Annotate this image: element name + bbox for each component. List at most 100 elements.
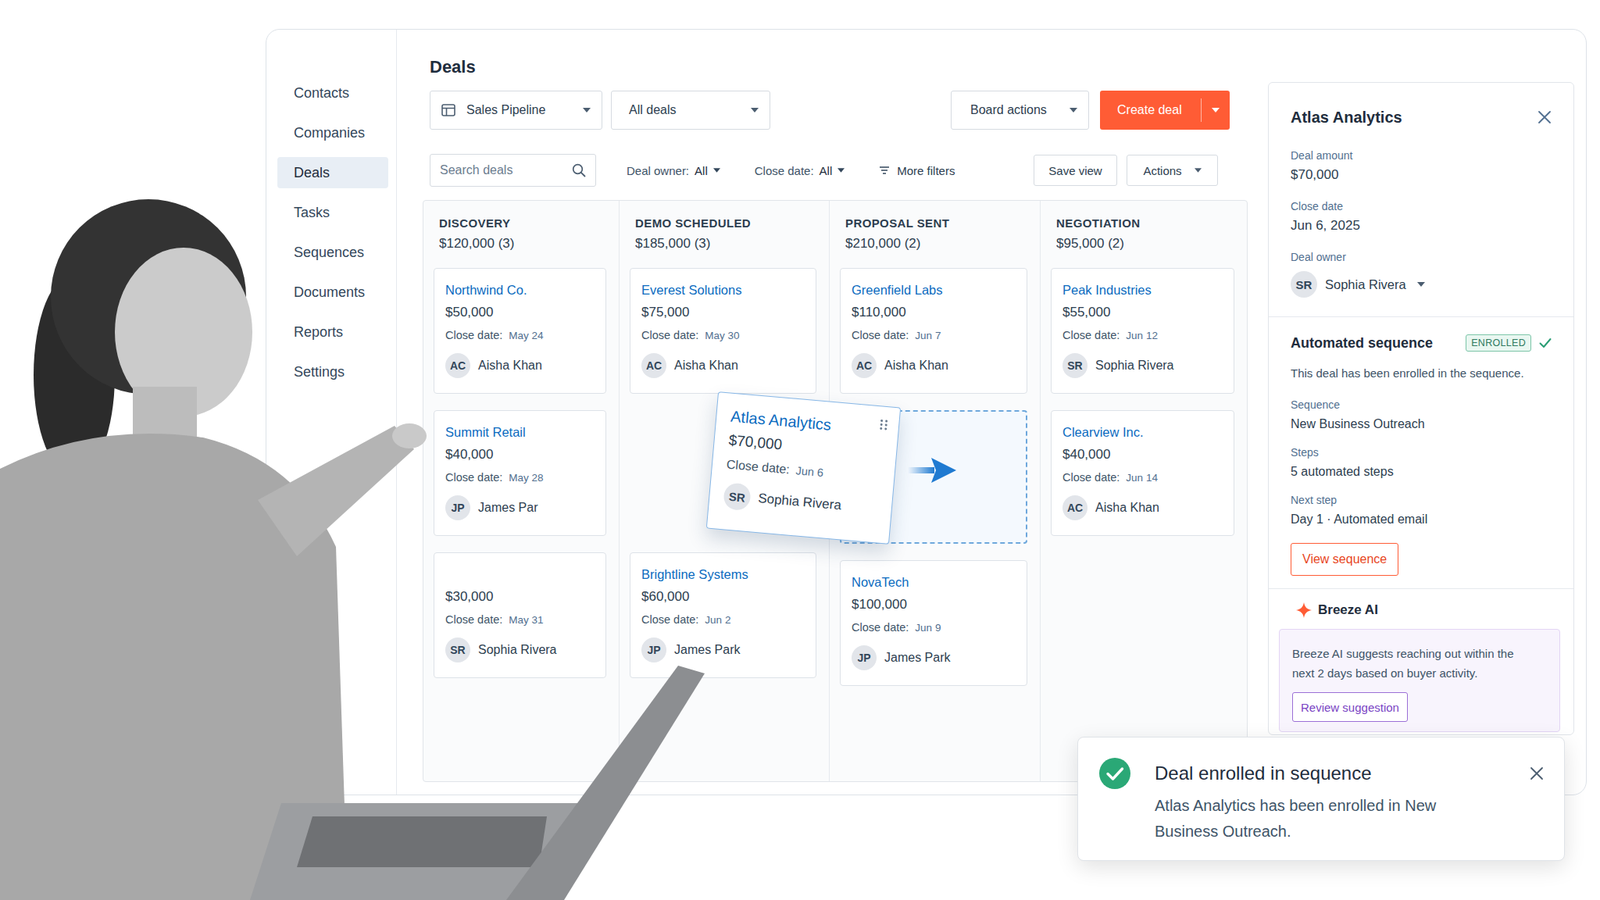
filter-dropdown[interactable]: Close date:All: [754, 164, 846, 178]
owner-name: Sophia Rivera: [1325, 277, 1407, 293]
create-deal-button[interactable]: Create deal: [1100, 90, 1230, 130]
field-label: Steps: [1290, 445, 1552, 460]
board-actions-label: Board actions: [970, 103, 1059, 118]
search-placeholder: Search deals: [439, 163, 513, 178]
caret-down-icon: [713, 167, 721, 173]
close-date-value: Jun 7: [914, 328, 941, 344]
main-area: Deals Sales PipelineAll deals Board action…: [396, 29, 1586, 795]
sidebar-item[interactable]: Deals: [277, 157, 389, 189]
owner-name: James Park: [884, 650, 950, 665]
column-summary: $120,000 (3): [439, 235, 607, 253]
deal-name[interactable]: Greenfield Labs: [851, 281, 1016, 299]
deal-owner: SRSophia Rivera: [722, 482, 879, 522]
column-title: DISCOVERY: [439, 216, 607, 231]
column-summary: $210,000 (2): [845, 235, 1028, 253]
deal-close-date: Close date:May 24: [445, 327, 595, 344]
filter-dropdown[interactable]: Deal owner:All: [626, 164, 721, 178]
panel-header: Atlas Analytics: [1290, 106, 1552, 129]
owner-avatar: JP: [641, 637, 667, 663]
review-suggestion-button[interactable]: Review suggestion: [1292, 692, 1408, 722]
deal-name[interactable]: NovaTech: [851, 573, 1016, 591]
deal-owner: ACAisha Khan: [641, 353, 805, 379]
deal-owner: ACAisha Khan: [1062, 495, 1223, 521]
close-date-label: Close date:: [641, 611, 699, 628]
close-icon[interactable]: [1529, 766, 1544, 781]
close-date-value: May 24: [508, 328, 543, 344]
close-date-value: May 30: [704, 328, 740, 344]
deal-card[interactable]: Greenfield Labs$110,000Close date:Jun 7A…: [839, 267, 1028, 394]
card-list: Peak Industries$55,000Close date:Jun 12S…: [1050, 267, 1235, 536]
caret-down-icon: [1417, 282, 1425, 287]
column-title: DEMO SCHEDULED: [635, 216, 817, 231]
owner-field: Deal owner SR Sophia Rivera: [1290, 250, 1552, 298]
deal-card[interactable]: Peak Industries$55,000Close date:Jun 12S…: [1050, 267, 1235, 394]
sidebar-item[interactable]: Tasks: [277, 196, 389, 229]
deal-card[interactable]: $30,000Close date:May 31SRSophia Rivera: [433, 552, 607, 679]
ai-header: Breeze AI: [1278, 600, 1561, 620]
drag-handle-icon[interactable]: [879, 418, 889, 431]
owner-avatar: SR: [1062, 353, 1088, 379]
deal-name[interactable]: Everest Solutions: [641, 281, 805, 299]
deal-card[interactable]: Summit Retail$40,000Close date:May 28JPJ…: [433, 410, 607, 536]
page-title: Deals: [422, 55, 1248, 79]
owner-avatar: SR: [1290, 271, 1318, 298]
create-deal-label: Create deal: [1117, 103, 1201, 118]
deal-name[interactable]: Northwind Co.: [445, 281, 595, 299]
column-header: NEGOTIATION$95,000 (2): [1050, 216, 1235, 268]
sequence-fields: SequenceNew Business OutreachSteps5 auto…: [1290, 397, 1552, 529]
save-view-button[interactable]: Save view: [1033, 154, 1118, 186]
sidebar-item[interactable]: Sequences: [277, 236, 389, 268]
close-icon[interactable]: [1537, 110, 1552, 125]
sidebar-item[interactable]: Reports: [277, 316, 389, 348]
board-actions-button[interactable]: Board actions: [950, 90, 1090, 130]
deal-card[interactable]: Brightline Systems$60,000Close date:Jun …: [629, 552, 817, 679]
field-label: Next step: [1290, 492, 1552, 508]
sequence-description: This deal has been enrolled in the seque…: [1290, 365, 1552, 382]
close-date-label: Close date:: [445, 611, 503, 628]
deal-summary: Atlas AnalyticsDeal amount$70,000Close d…: [1268, 82, 1574, 318]
deal-name[interactable]: Brightline Systems: [641, 565, 805, 583]
toolbar: Sales PipelineAll deals Board actions Crea…: [422, 90, 1248, 130]
search-field[interactable]: Search deals: [429, 153, 597, 187]
person-photo: [0, 0, 719, 900]
actions-button[interactable]: Actions: [1126, 154, 1218, 186]
owner-select[interactable]: SR Sophia Rivera: [1290, 271, 1552, 298]
deal-card[interactable]: Northwind Co.$50,000Close date:May 24ACA…: [433, 267, 607, 394]
deal-name[interactable]: Summit Retail: [445, 423, 595, 441]
close-date-label: Close date:: [641, 327, 699, 343]
deal-name[interactable]: Clearview Inc.: [1062, 423, 1223, 441]
sidebar-item[interactable]: Contacts: [277, 77, 389, 109]
close-date-label: Close date:: [1062, 327, 1120, 343]
toast-message: Atlas Analytics has been enrolled in New…: [1154, 792, 1444, 845]
close-date-label: Close date:: [725, 455, 791, 479]
sidebar-item[interactable]: Settings: [277, 356, 389, 388]
button-divider: [1200, 98, 1202, 122]
deal-close-date: Close date:May 28: [445, 469, 595, 486]
deal-detail-panel: Atlas AnalyticsDeal amount$70,000Close d…: [1267, 82, 1575, 736]
close-date-label: Close date:: [851, 619, 909, 636]
view-select[interactable]: All deals: [610, 90, 771, 130]
pipeline-select[interactable]: Sales Pipeline: [429, 90, 603, 130]
deal-card[interactable]: Everest Solutions$75,000Close date:May 3…: [629, 267, 817, 394]
owner-name: James Park: [674, 642, 740, 658]
deal-close-date: Close date:Jun 7: [851, 327, 1016, 344]
sidebar-item[interactable]: Companies: [277, 117, 389, 149]
deal-name[interactable]: Peak Industries: [1062, 281, 1223, 299]
deal-amount: $55,000: [1062, 303, 1223, 322]
deal-close-date: Close date:Jun 9: [851, 619, 1016, 636]
more-filters-button[interactable]: More filters: [878, 164, 955, 178]
column-header: PROPOSAL SENT$210,000 (2): [839, 216, 1028, 268]
caret-down-icon: [1069, 107, 1078, 113]
dragged-deal-card[interactable]: Atlas Analytics$70,000Close date:Jun 6SR…: [706, 391, 901, 545]
owner-avatar: JP: [851, 645, 877, 671]
deal-owner: JP James Park: [641, 637, 805, 663]
close-date-value: Jun 6: [795, 461, 825, 482]
create-deal-menu[interactable]: [1201, 107, 1230, 113]
sidebar-item[interactable]: Documents: [277, 276, 389, 308]
deal-card[interactable]: NovaTech$100,000Close date:Jun 9JPJames …: [839, 560, 1028, 686]
field-label: Deal owner: [1290, 250, 1552, 265]
deal-card[interactable]: Clearview Inc.$40,000Close date:Jun 14AC…: [1050, 410, 1235, 536]
view-sequence-button[interactable]: View sequence: [1290, 542, 1399, 576]
close-date-label: Close date:: [1062, 469, 1120, 486]
